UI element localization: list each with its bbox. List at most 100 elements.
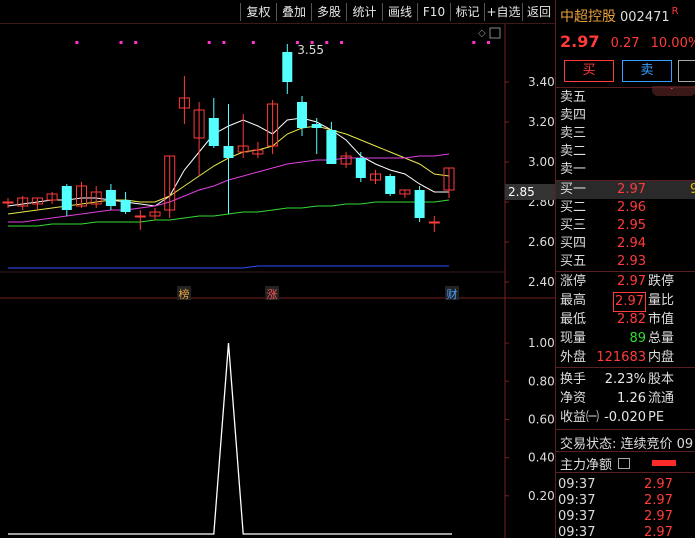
bid-row-value: 2.95 — [617, 218, 646, 233]
indicator-axis-label: 0.80 — [528, 374, 555, 388]
divider — [556, 451, 695, 452]
signal-dot — [487, 41, 490, 44]
quote-rows: 涨停 2.97 跌停 最高 2.97 量比 最低 2.82 市值 现量 89 总量 外盘 121683 内盘 — [556, 273, 695, 368]
candle-body — [208, 118, 219, 146]
quote-row-label: 涨停 — [560, 274, 587, 289]
ask-row[interactable]: 卖五 — [556, 89, 695, 107]
toolbar-button-7[interactable]: +自选 — [484, 3, 522, 21]
toolbar-button-8[interactable]: 返回 — [522, 3, 555, 21]
chart-toolbar: 复权 叠加 多股 统计 画线 F10 标记 +自选 返回 — [0, 0, 555, 24]
bid-row-label: 买二 — [560, 200, 587, 215]
price-axis-label: 2.60 — [528, 235, 555, 249]
bid-row[interactable]: 买四 2.94 — [556, 235, 695, 253]
stat-row[interactable]: 收益㈠ -0.020 PE — [556, 409, 695, 428]
bid-row[interactable]: 买二 2.96 — [556, 199, 695, 217]
bid-row-label: 买一 — [560, 182, 587, 197]
quote-row-label: 外盘 — [560, 350, 587, 365]
buy-button[interactable]: 买 — [564, 60, 614, 82]
candle-body — [311, 124, 322, 128]
price-axis-label: 3.00 — [528, 155, 555, 169]
stat-row-label2: 流通 — [648, 391, 675, 406]
toolbar-button-3[interactable]: 统计 — [346, 3, 382, 21]
stat-row-value: -0.020 — [604, 410, 646, 425]
quote-row[interactable]: 外盘 121683 内盘 — [556, 349, 695, 368]
ask-row-label: 卖五 — [560, 90, 587, 105]
buy-orders: 买一 2.97 9 买二 2.96 买三 2.95 买四 2.94 买五 2.93 — [556, 181, 695, 271]
bid-row-volume: 9 — [690, 181, 695, 199]
ma-line-5 — [8, 265, 449, 269]
quote-row-value: 121683 — [596, 350, 646, 365]
quote-panel: 中超控股002471R 2.97 0.27 10.00% 买 卖 ⌄ 卖五卖四卖… — [555, 0, 695, 538]
quote-row-label2: 总量 — [648, 331, 675, 346]
toolbar-button-5[interactable]: F10 — [417, 3, 450, 21]
stock-name[interactable]: 中超控股 — [560, 9, 616, 25]
event-marker-2: 财 — [447, 287, 458, 301]
signal-dot — [75, 41, 79, 44]
quote-row-label: 最高 — [560, 293, 587, 308]
ask-row[interactable]: 卖四 — [556, 107, 695, 125]
signal-dot — [134, 41, 138, 44]
stat-row[interactable]: 净资 1.26 流通 — [556, 390, 695, 409]
signal-dot — [207, 41, 211, 44]
quote-row-value: 2.97 — [613, 292, 646, 312]
stock-code: 002471 — [620, 10, 670, 25]
price-axis-label: 2.40 — [528, 275, 555, 289]
tick-row: 09:37 2.97 — [556, 493, 695, 509]
indicator-axis-label: 0.60 — [528, 412, 555, 426]
candle-body — [326, 130, 337, 164]
bid-row-value: 2.94 — [617, 236, 646, 251]
ask-row[interactable]: 卖二 — [556, 143, 695, 161]
tick-time: 09:37 — [558, 493, 596, 508]
toolbar-button-6[interactable]: 标记 — [450, 3, 484, 21]
current-price-tag: 2.85 — [508, 185, 535, 199]
toolbar-button-4[interactable]: 画线 — [382, 3, 417, 21]
quote-row-label2: 内盘 — [648, 350, 675, 365]
more-trade-button[interactable] — [678, 60, 695, 82]
stats-rows: 换手 2.23% 股本 净资 1.26 流通 收益㈠ -0.020 PE — [556, 371, 695, 428]
indicator-axis-label: 0.20 — [528, 489, 555, 503]
stat-row-label: 收益㈠ — [560, 410, 600, 425]
bid-row[interactable]: 买五 2.93 — [556, 253, 695, 271]
tick-row: 09:37 2.97 — [556, 477, 695, 493]
diamond-icon: ◇ — [478, 28, 486, 39]
event-marker-1: 涨 — [267, 288, 278, 301]
bid-row-value: 2.96 — [617, 200, 646, 215]
ask-row-label: 卖一 — [560, 162, 587, 177]
chart-svg[interactable]: ◇3.403.203.002.802.602.402.853.55榜涨财1.00… — [0, 24, 555, 538]
signal-dot — [340, 41, 343, 44]
bid-row[interactable]: 买一 2.97 9 — [556, 181, 695, 199]
ask-row[interactable]: 卖三 — [556, 125, 695, 143]
candle-body — [355, 158, 366, 178]
quote-row[interactable]: 涨停 2.97 跌停 — [556, 273, 695, 292]
tick-price: 2.97 — [644, 509, 673, 524]
toolbar-button-0[interactable]: 复权 — [240, 3, 276, 21]
candle-body — [105, 190, 116, 206]
quote-row[interactable]: 现量 89 总量 — [556, 330, 695, 349]
tick-row: 09:37 2.97 — [556, 509, 695, 525]
stock-title: 中超控股 002471 R — [560, 6, 679, 26]
quote-row-label2: 市值 — [648, 312, 675, 327]
tick-price: 2.97 — [644, 493, 673, 508]
toolbar-button-1[interactable]: 叠加 — [276, 3, 311, 21]
chart-area[interactable]: ◇ 3.40 3.20 3.00 2.80 2.60 2.40 2.85 3.55 榜涨财 1.00… — [0, 24, 555, 538]
tick-time: 09:37 — [558, 509, 596, 524]
stat-row-label2: 股本 — [648, 372, 675, 387]
toolbar-button-2[interactable]: 多股 — [311, 3, 346, 21]
divider — [556, 87, 695, 88]
ask-row-label: 卖四 — [560, 108, 587, 123]
sell-button[interactable]: 卖 — [622, 60, 672, 82]
indicator-axis-label: 0.40 — [528, 451, 555, 465]
candle-body — [120, 200, 131, 212]
list-icon[interactable] — [618, 458, 630, 469]
main-net-bar — [652, 460, 676, 466]
tick-price: 2.97 — [644, 477, 673, 492]
tick-price: 2.97 — [644, 525, 673, 538]
quote-row[interactable]: 最高 2.97 量比 — [556, 292, 695, 312]
ask-row[interactable]: 卖一 — [556, 161, 695, 179]
quote-row-value: 2.82 — [617, 312, 646, 327]
bid-row[interactable]: 买三 2.95 — [556, 217, 695, 235]
tick-row: 09:37 2.97 — [556, 525, 695, 538]
bid-row-value: 2.97 — [617, 182, 646, 197]
quote-row[interactable]: 最低 2.82 市值 — [556, 311, 695, 330]
stat-row[interactable]: 换手 2.23% 股本 — [556, 371, 695, 390]
